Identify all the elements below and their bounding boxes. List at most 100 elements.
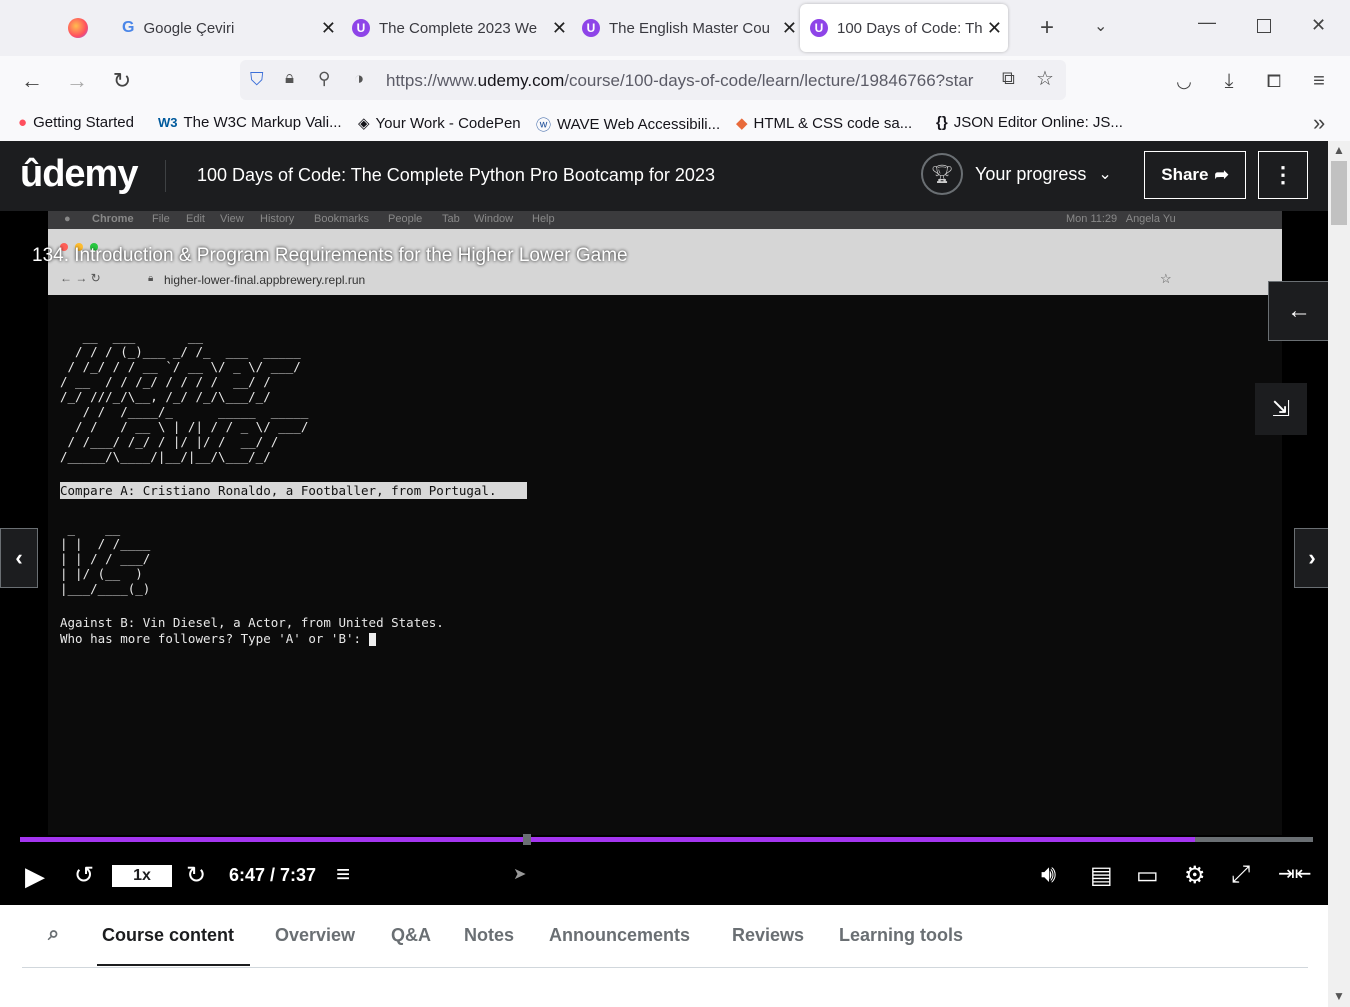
close-icon[interactable]: ✕: [321, 18, 336, 39]
previous-lecture-icon[interactable]: ‹: [0, 528, 38, 588]
exit-theatre-icon[interactable]: ⇲: [1255, 383, 1307, 435]
close-icon[interactable]: ✕: [987, 18, 1002, 39]
tab-english-master[interactable]: U The English Master Cou ✕: [570, 4, 797, 52]
url-prefix: https://www.: [386, 71, 478, 90]
bookmark-html-css[interactable]: ◆ HTML & CSS code sa...: [736, 114, 913, 133]
maximize-icon[interactable]: [1257, 19, 1271, 33]
video-progress-fill: [20, 837, 1196, 842]
tab-notes[interactable]: Notes: [464, 925, 514, 946]
tab-overview[interactable]: Overview: [275, 925, 355, 946]
close-sidebar-arrow-icon[interactable]: ←: [1268, 281, 1328, 341]
tab-google-translate[interactable]: G Google Çeviri ✕: [110, 4, 342, 52]
url-text[interactable]: https://www.udemy.com/course/100-days-of…: [386, 71, 991, 91]
json-icon: {}: [936, 114, 948, 131]
forward-5-icon[interactable]: ↻: [186, 861, 206, 890]
lock-icon[interactable]: 🔒︎: [285, 68, 294, 88]
more-bookmarks-icon[interactable]: »: [1313, 110, 1325, 136]
udemy-logo[interactable]: ûdemy: [20, 153, 138, 196]
more-options-button[interactable]: ⋮: [1258, 151, 1308, 199]
back-icon[interactable]: ←: [18, 67, 46, 95]
reload-icon[interactable]: ↻: [108, 67, 136, 95]
permissions-icon[interactable]: ⚲: [318, 69, 330, 89]
tab-learning-tools[interactable]: Learning tools: [839, 925, 963, 946]
firefox-icon: ●: [18, 114, 28, 131]
tab-100-days[interactable]: U 100 Days of Code: The C ✕: [800, 4, 1008, 52]
tab-course-content[interactable]: Course content: [102, 925, 234, 946]
tab-qa[interactable]: Q&A: [391, 925, 431, 946]
rewind-5-icon[interactable]: ↺: [74, 861, 94, 890]
bookmark-label: Getting Started: [33, 114, 134, 131]
bookmark-codepen[interactable]: ◈ Your Work - CodePen: [358, 114, 521, 133]
tab-complete-web[interactable]: U The Complete 2023 Web ✕: [340, 4, 567, 52]
video-time: 6:47 / 7:37: [229, 865, 317, 885]
udemy-header: ûdemy 100 Days of Code: The Complete Pyt…: [0, 141, 1328, 212]
add-note-icon[interactable]: ≡: [336, 861, 350, 889]
tab-list-chevron-icon[interactable]: ⌄: [1094, 16, 1107, 36]
minimize-icon[interactable]: —: [1198, 12, 1216, 33]
scroll-up-icon[interactable]: ▲: [1333, 143, 1345, 157]
shield-icon[interactable]: ⛉: [250, 69, 264, 90]
bookmark-wave[interactable]: ⓦ WAVE Web Accessibili...: [536, 114, 720, 135]
bookmark-star-icon[interactable]: ☆: [1036, 66, 1054, 91]
menu-icon[interactable]: ≡: [1305, 67, 1333, 95]
tab-firefox[interactable]: [50, 4, 105, 52]
course-title[interactable]: 100 Days of Code: The Complete Python Pr…: [197, 165, 715, 186]
trophy-icon: 🏆︎: [921, 153, 963, 195]
bookmark-label: HTML & CSS code sa...: [753, 114, 913, 132]
tab-announcements[interactable]: Announcements: [549, 925, 690, 946]
close-icon[interactable]: ✕: [552, 18, 567, 39]
search-icon[interactable]: ⌕: [48, 923, 59, 946]
udemy-icon: U: [582, 19, 600, 37]
video-progress-bar[interactable]: [20, 834, 1313, 845]
scroll-down-icon[interactable]: ▼: [1333, 989, 1345, 1003]
new-tab-icon[interactable]: +: [1040, 14, 1054, 42]
expanded-view-icon[interactable]: ⇥⇤: [1278, 861, 1312, 886]
share-button[interactable]: Share ➦: [1144, 151, 1246, 199]
firefox-icon: [67, 18, 88, 38]
mac-menu-item: People: [388, 213, 423, 225]
page-scrollbar[interactable]: ▲ ▼: [1328, 141, 1350, 1007]
video-player[interactable]: ● Chrome File Edit View History Bookmark…: [0, 211, 1328, 905]
bookmark-w3c[interactable]: W3 The W3C Markup Vali...: [158, 114, 342, 131]
settings-gear-icon[interactable]: ⚙: [1184, 861, 1206, 890]
bookmark-label: WAVE Web Accessibili...: [557, 116, 721, 133]
inner-star-icon: ☆: [1160, 271, 1172, 286]
tab-label: The English Master Cou: [609, 19, 769, 37]
next-lecture-icon[interactable]: ›: [1294, 528, 1328, 588]
url-path: /course/100-days-of-code/learn/lecture/1…: [564, 71, 974, 90]
mac-menu-item: Window: [474, 213, 514, 225]
picture-in-picture-icon[interactable]: ⧉: [1002, 68, 1015, 89]
download-icon[interactable]: ⤓: [1215, 67, 1243, 95]
bookmarks-bar: ● Getting Started W3 The W3C Markup Vali..…: [0, 106, 1350, 142]
site-info-icon[interactable]: ◑: [354, 69, 364, 89]
url-bar[interactable]: ⛉ 🔒︎ ⚲ ◑ https://www.udemy.com/course/10…: [240, 60, 1066, 100]
forward-icon[interactable]: →: [63, 67, 91, 95]
tab-label: 100 Days of Code: The C: [837, 19, 982, 37]
pocket-icon[interactable]: ◡: [1170, 67, 1198, 95]
bookmark-label: Your Work - CodePen: [375, 114, 521, 132]
close-window-icon[interactable]: ✕: [1311, 15, 1326, 36]
bookmark-getting-started[interactable]: ● Getting Started: [18, 114, 134, 131]
close-icon[interactable]: ✕: [782, 18, 797, 39]
mac-menu-item: Help: [532, 213, 555, 225]
progress-label: Your progress: [975, 163, 1087, 184]
tab-label: Google Çeviri: [143, 19, 235, 37]
scroll-thumb[interactable]: [1331, 161, 1347, 225]
browser-tab-bar: G Google Çeviri ✕ U The Complete 2023 We…: [0, 0, 1350, 56]
transcript-icon[interactable]: ▤: [1090, 861, 1113, 890]
captions-icon[interactable]: ▭: [1136, 861, 1159, 890]
against-b-text: Against B: Vin Diesel, a Actor, from Uni…: [60, 615, 444, 630]
url-domain: udemy.com: [477, 71, 565, 90]
progress-button[interactable]: 🏆︎ Your progress ⌄: [921, 153, 1112, 195]
video-scrubber[interactable]: [523, 834, 531, 845]
tab-reviews[interactable]: Reviews: [732, 925, 804, 946]
volume-icon[interactable]: 🔊︎: [1041, 861, 1056, 889]
play-icon[interactable]: ▶: [25, 861, 45, 892]
mac-menu-item: Edit: [186, 213, 205, 225]
extensions-icon[interactable]: ⧠: [1260, 67, 1288, 95]
w3c-icon: W3: [158, 115, 178, 130]
playback-speed-button[interactable]: 1x: [112, 865, 172, 887]
fullscreen-icon[interactable]: ⤢: [1231, 861, 1250, 889]
bookmark-label: JSON Editor Online: JS...: [953, 114, 1123, 131]
bookmark-json-editor[interactable]: {} JSON Editor Online: JS...: [936, 114, 1123, 131]
